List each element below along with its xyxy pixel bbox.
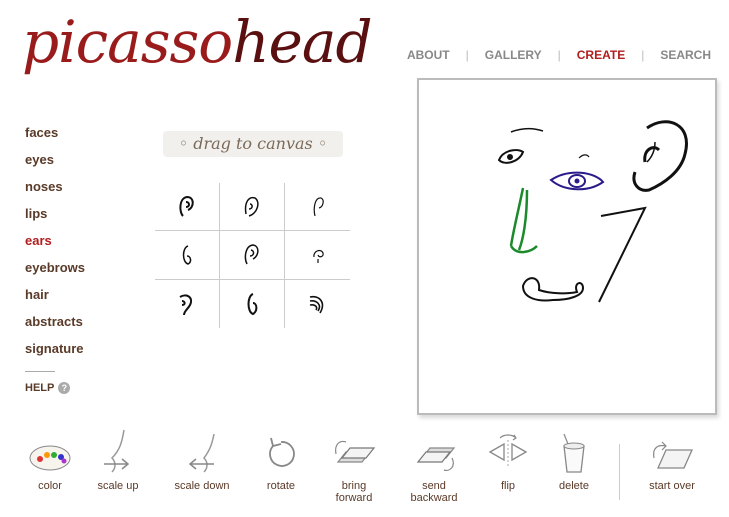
color-button[interactable]: color xyxy=(24,428,76,492)
category-signature[interactable]: signature xyxy=(25,340,85,367)
ear-icon xyxy=(247,292,258,315)
scale-down-label: scale down xyxy=(174,480,230,492)
abstract-shape xyxy=(598,206,647,303)
drag-to-canvas-label: ◦ drag to canvas ◦ xyxy=(163,131,343,157)
divider xyxy=(25,371,55,372)
ear-option-1[interactable] xyxy=(155,183,220,232)
rotate-icon xyxy=(269,437,295,467)
rotate-button[interactable]: rotate xyxy=(257,428,305,492)
category-abstracts[interactable]: abstracts xyxy=(25,313,85,340)
eyebrow-shape xyxy=(510,127,544,133)
eyebrow-shape xyxy=(578,154,590,159)
send-backward-button[interactable]: send backward xyxy=(404,428,464,504)
category-eyes[interactable]: eyes xyxy=(25,151,85,178)
flip-icon xyxy=(488,434,528,466)
ear-option-4[interactable] xyxy=(155,231,220,280)
ear-icon xyxy=(182,245,192,265)
toolbar: color scale up scale down rotate bring f… xyxy=(0,428,729,517)
lips-shape xyxy=(521,277,585,302)
parts-grid xyxy=(155,183,350,328)
scale-up-button[interactable]: scale up xyxy=(92,428,144,492)
logo-part1: picasso xyxy=(22,8,233,76)
send-backward-label-1: send xyxy=(422,480,446,492)
scale-up-icon xyxy=(104,429,130,473)
category-list: faces eyes noses lips ears eyebrows hair… xyxy=(25,124,85,394)
top-nav: ABOUT | GALLERY | CREATE | SEARCH xyxy=(406,48,711,62)
ear-option-9[interactable] xyxy=(285,280,350,328)
help-label: HELP xyxy=(25,382,55,394)
ear-option-3[interactable] xyxy=(285,183,350,232)
category-eyebrows[interactable]: eyebrows xyxy=(25,259,85,286)
ear-icon xyxy=(244,244,259,265)
start-over-button[interactable]: start over xyxy=(642,428,702,492)
category-lips[interactable]: lips xyxy=(25,205,85,232)
bring-forward-label-2: forward xyxy=(335,492,373,504)
nav-gallery[interactable]: GALLERY xyxy=(485,48,542,62)
pupil-icon xyxy=(507,154,513,160)
ear-option-5[interactable] xyxy=(220,231,285,280)
ear-shape xyxy=(632,120,688,192)
category-ears[interactable]: ears xyxy=(25,232,85,259)
bring-forward-button[interactable]: bring forward xyxy=(326,428,382,504)
bring-forward-icon xyxy=(335,440,376,463)
palette-icon xyxy=(29,445,71,471)
logo[interactable]: picassohead xyxy=(22,8,373,98)
nav-search[interactable]: SEARCH xyxy=(660,48,711,62)
nav-about[interactable]: ABOUT xyxy=(407,48,450,62)
drawing-canvas[interactable] xyxy=(417,78,717,415)
ear-icon xyxy=(244,196,259,217)
category-hair[interactable]: hair xyxy=(25,286,85,313)
ear-option-8[interactable] xyxy=(220,279,285,328)
ear-option-6[interactable] xyxy=(285,231,350,280)
send-backward-icon xyxy=(416,447,456,471)
help-icon: ? xyxy=(58,382,71,394)
trash-icon xyxy=(563,433,585,473)
flip-button[interactable]: flip xyxy=(484,428,532,492)
scale-up-label: scale up xyxy=(97,480,139,492)
ear-option-2[interactable] xyxy=(220,183,285,232)
send-backward-label-2: backward xyxy=(410,492,458,504)
color-label: color xyxy=(38,480,62,492)
ear-icon xyxy=(179,294,192,315)
bring-forward-label-1: bring xyxy=(341,480,367,492)
start-over-icon xyxy=(653,441,694,469)
toolbar-divider xyxy=(619,444,620,500)
help-link[interactable]: HELP ? xyxy=(25,382,85,394)
face-drawing xyxy=(497,120,688,303)
category-faces[interactable]: faces xyxy=(25,124,85,151)
start-over-label: start over xyxy=(649,480,695,492)
category-noses[interactable]: noses xyxy=(25,178,85,205)
delete-button[interactable]: delete xyxy=(550,428,598,492)
scale-down-button[interactable]: scale down xyxy=(170,428,234,492)
ear-option-7[interactable] xyxy=(155,279,220,328)
flip-label: flip xyxy=(500,480,516,492)
scale-down-icon xyxy=(188,433,215,473)
ear-icon xyxy=(179,195,194,217)
ear-icon xyxy=(313,197,324,216)
nav-create[interactable]: CREATE xyxy=(577,48,625,62)
nose-shape xyxy=(509,187,538,254)
logo-part2: head xyxy=(232,8,372,76)
rotate-label: rotate xyxy=(266,480,296,492)
ear-icon xyxy=(309,295,323,314)
delete-label: delete xyxy=(559,480,589,492)
ear-icon xyxy=(312,249,324,263)
